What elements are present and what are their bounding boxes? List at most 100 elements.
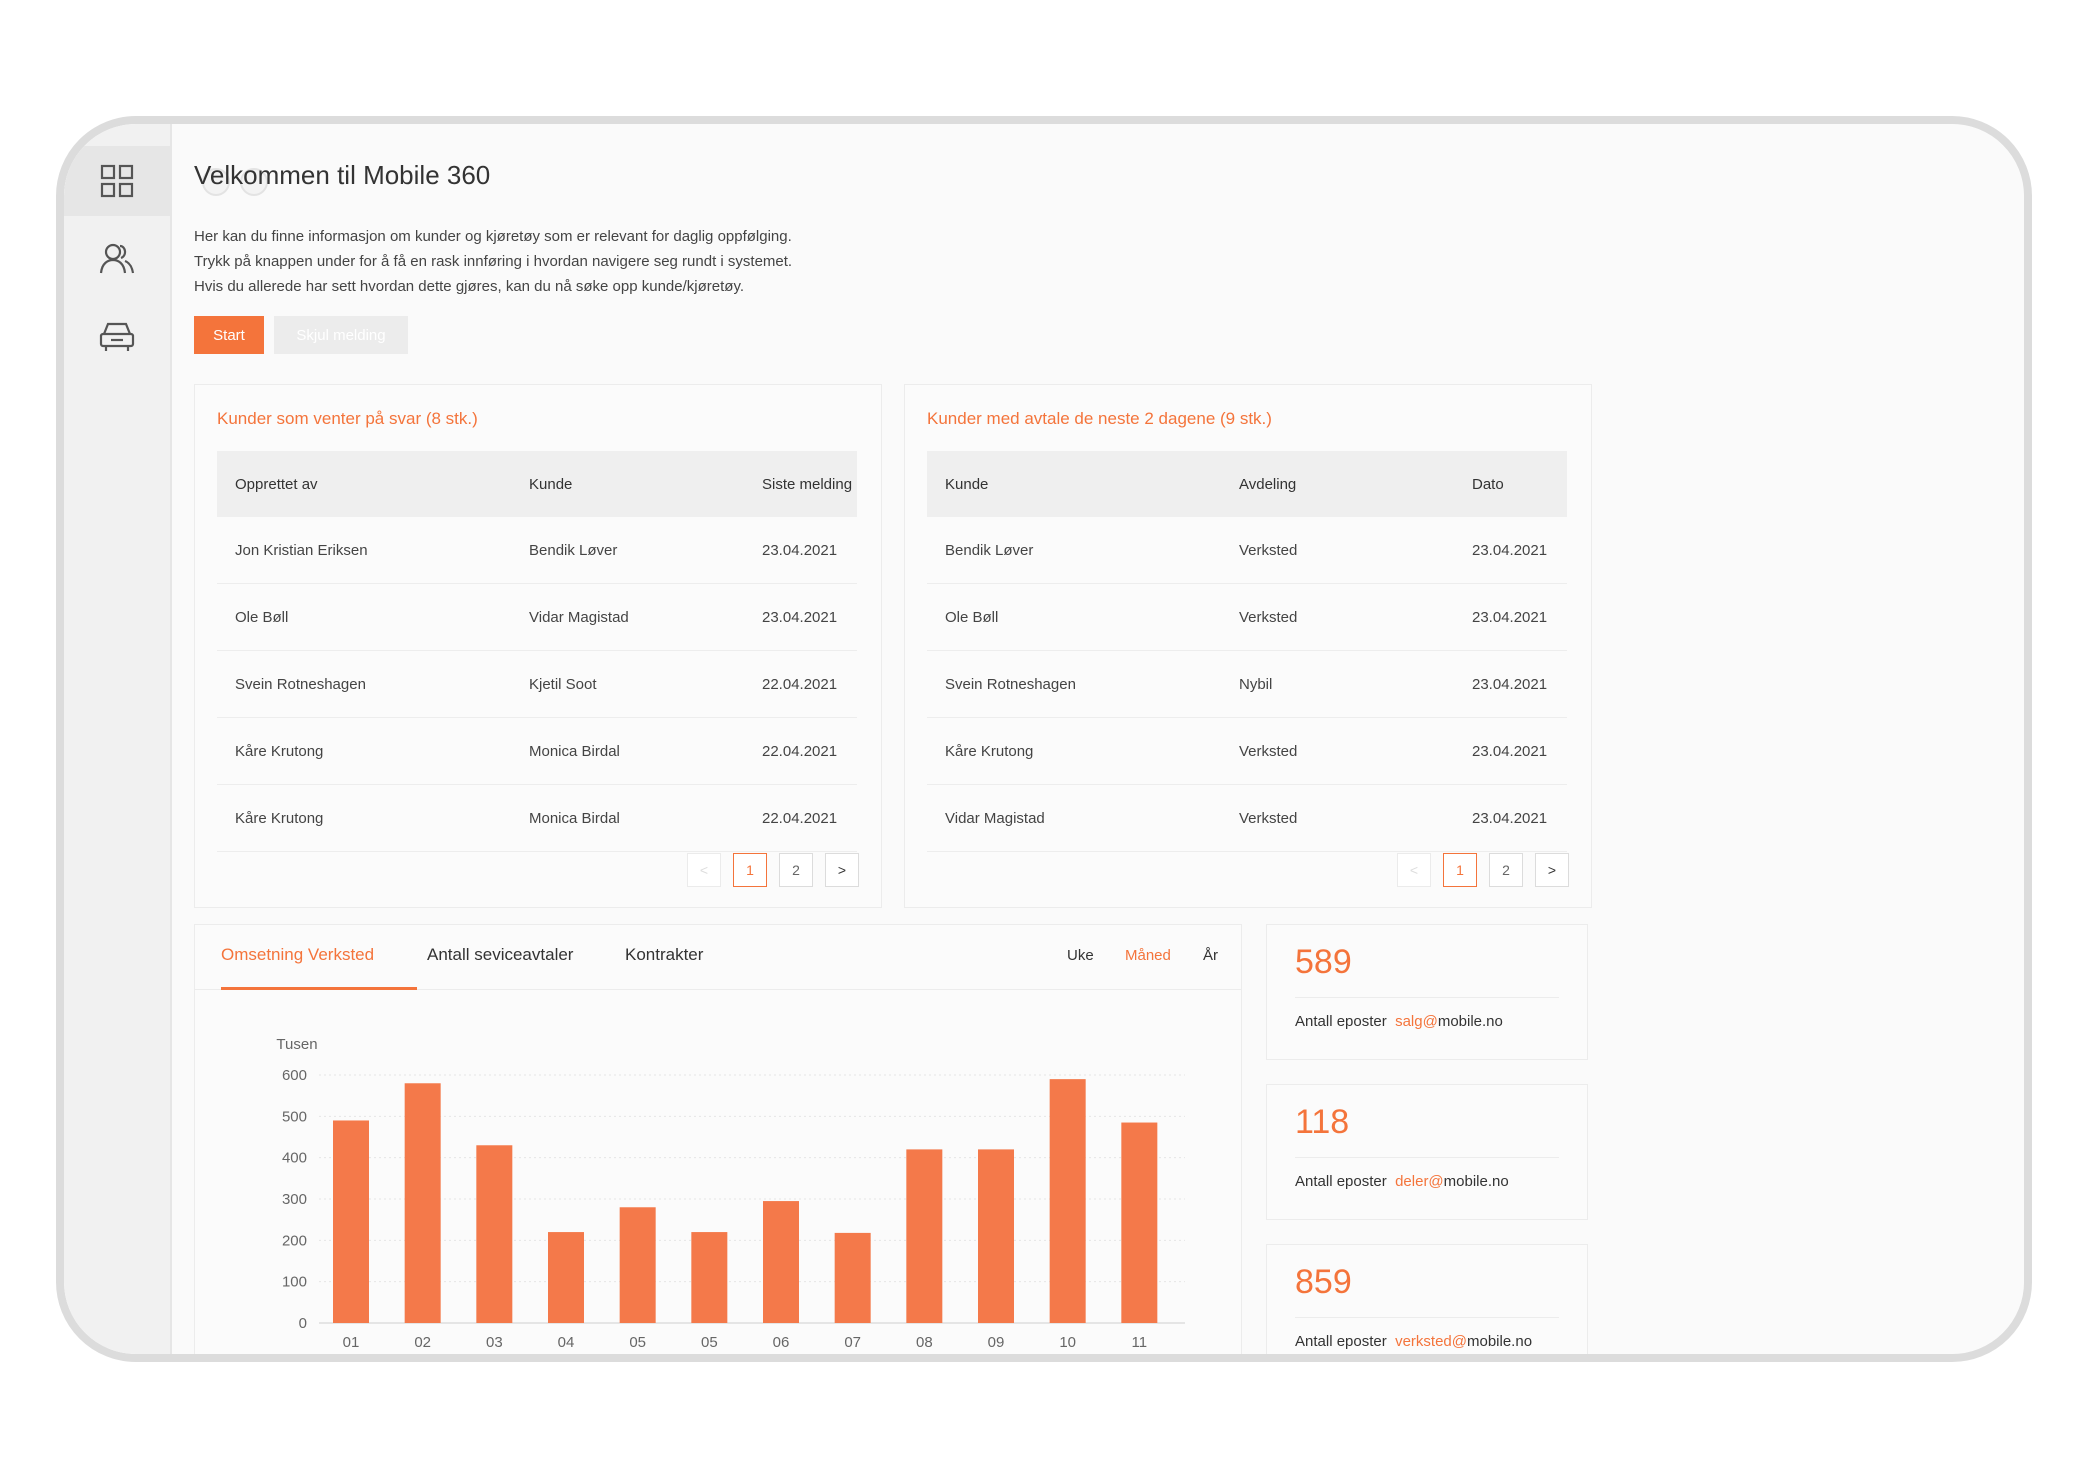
table-row[interactable]: Jon Kristian Eriksen Bendik Løver 23.04.20… [217, 517, 857, 584]
table-cell: Kåre Krutong [217, 784, 511, 852]
card-title: Kunder som venter på svar (8 stk.) [217, 409, 478, 428]
stat-card-deler: 118 Antall eposter deler@mobile.no [1266, 1084, 1588, 1220]
table-row[interactable]: Kåre Krutong Monica Birdal 22.04.2021 [217, 717, 857, 785]
stat-card-verksted: 859 Antall eposter verksted@mobile.no [1266, 1244, 1588, 1354]
table-header-row: Kunde Avdeling Dato [927, 451, 1567, 517]
table-row[interactable]: Bendik Løver Verksted 23.04.2021 [927, 517, 1567, 584]
sidebar-item-vehicles[interactable] [64, 302, 170, 372]
chart-bar [834, 1232, 871, 1323]
table-cell: Monica Birdal [511, 784, 744, 852]
y-tick-label: 0 [299, 1315, 307, 1332]
table-cell: Ole Bøll [217, 583, 511, 651]
intro-line: Her kan du finne informasjon om kunder o… [194, 228, 792, 245]
intro-text: Her kan du finne informasjon om kunder o… [194, 224, 792, 299]
table-cell: Vidar Magistad [511, 583, 744, 651]
y-axis-label: Tusen [276, 1036, 317, 1053]
sidebar-item-dashboard[interactable] [64, 146, 170, 216]
stat-label: Antall eposter deler@mobile.no [1295, 1173, 1509, 1190]
x-tick-label: 03 [486, 1334, 503, 1351]
stat-value: 589 [1295, 943, 1352, 981]
page-button[interactable]: 2 [1489, 853, 1523, 887]
x-tick-label: 05 [701, 1334, 718, 1351]
tab-omsetning-verksted[interactable]: Omsetning Verksted [221, 945, 374, 965]
table-header-row: Opprettet av Kunde Siste melding [217, 451, 857, 517]
table-cell: 22.04.2021 [744, 784, 857, 852]
dashboard-icon [100, 164, 134, 198]
email-prefix[interactable]: verksted@ [1395, 1333, 1467, 1350]
table-cell: 23.04.2021 [1454, 784, 1567, 852]
table-cell: Monica Birdal [511, 717, 744, 785]
appointments-table: Kunde Avdeling Dato Bendik Løver Verksted… [927, 451, 1567, 852]
page-button[interactable]: 2 [779, 853, 813, 887]
chart-tabs: Omsetning Verksted Antall seviceavtaler … [195, 925, 1241, 990]
chart-bar [763, 1201, 799, 1323]
next-page-button[interactable]: > [1535, 853, 1569, 887]
x-tick-label: 07 [844, 1334, 861, 1351]
stat-label-text: Antall eposter [1295, 1173, 1387, 1190]
prev-page-button[interactable]: < [1397, 853, 1431, 887]
page-button[interactable]: 1 [1443, 853, 1477, 887]
x-tick-label: 11 [1132, 1334, 1148, 1351]
sidebar-item-customers[interactable] [64, 224, 170, 294]
table-row[interactable]: Ole Bøll Verksted 23.04.2021 [927, 583, 1567, 651]
stat-value: 859 [1295, 1263, 1352, 1301]
x-tick-label: 01 [343, 1334, 360, 1351]
divider [1295, 1317, 1559, 1318]
y-tick-label: 600 [282, 1067, 307, 1084]
tab-antall-seviceavtaler[interactable]: Antall seviceavtaler [427, 945, 573, 965]
chart-bar [1049, 1079, 1086, 1323]
table-cell: Bendik Løver [927, 517, 1221, 584]
table-row[interactable]: Vidar Magistad Verksted 23.04.2021 [927, 784, 1567, 852]
intro-line: Trykk på knappen under for å få en rask … [194, 253, 793, 270]
customers-icon [99, 243, 135, 274]
email-prefix[interactable]: salg@ [1395, 1013, 1438, 1030]
period-month[interactable]: Måned [1125, 947, 1171, 964]
x-tick-label: 09 [988, 1334, 1005, 1351]
chart-bar [691, 1232, 728, 1323]
column-header: Kunde [511, 451, 744, 517]
period-week[interactable]: Uke [1067, 947, 1094, 964]
email-domain: mobile.no [1437, 1013, 1503, 1030]
tab-kontrakter[interactable]: Kontrakter [625, 945, 703, 965]
table-row[interactable]: Svein Rotneshagen Kjetil Soot 22.04.2021 [217, 650, 857, 718]
y-tick-label: 200 [282, 1232, 307, 1249]
stat-label-text: Antall eposter [1295, 1333, 1387, 1350]
table-row[interactable]: Ole Bøll Vidar Magistad 23.04.2021 [217, 583, 857, 651]
y-tick-label: 100 [282, 1274, 307, 1291]
table-row[interactable]: Kåre Krutong Monica Birdal 22.04.2021 [217, 784, 857, 852]
chart-bar [906, 1149, 943, 1323]
stat-label-text: Antall eposter [1295, 1013, 1387, 1030]
x-tick-label: 06 [773, 1334, 790, 1351]
main-content: Velkommen til Mobile 360 Her kan du finn… [194, 124, 2024, 1354]
prev-page-button[interactable]: < [687, 853, 721, 887]
chart-bar [619, 1207, 656, 1323]
pagination: < 1 2 > [687, 853, 859, 887]
hide-message-button[interactable]: Skjul melding [274, 316, 408, 354]
table-cell: 23.04.2021 [1454, 717, 1567, 785]
revenue-chart-card: Omsetning Verksted Antall seviceavtaler … [194, 924, 1242, 1354]
page-button[interactable]: 1 [733, 853, 767, 887]
stat-label: Antall eposter salg@mobile.no [1295, 1013, 1503, 1030]
pagination: < 1 2 > [1397, 853, 1569, 887]
table-cell: Verksted [1221, 517, 1454, 584]
table-cell: Kåre Krutong [927, 717, 1221, 785]
divider [1295, 1157, 1559, 1158]
column-header: Siste melding [744, 451, 857, 517]
table-row[interactable]: Kåre Krutong Verksted 23.04.2021 [927, 717, 1567, 785]
period-year[interactable]: År [1203, 947, 1218, 964]
next-page-button[interactable]: > [825, 853, 859, 887]
screen: Velkommen til Mobile 360 Her kan du finn… [64, 124, 2024, 1354]
chart-bar [404, 1083, 441, 1323]
table-row[interactable]: Svein Rotneshagen Nybil 23.04.2021 [927, 650, 1567, 718]
start-button[interactable]: Start [194, 316, 264, 354]
vehicle-icon [99, 322, 135, 351]
chart-bar [548, 1232, 584, 1323]
table-cell: Bendik Løver [511, 517, 744, 584]
email-prefix[interactable]: deler@ [1395, 1173, 1444, 1190]
table-cell: Verksted [1221, 583, 1454, 651]
column-header: Dato [1454, 451, 1567, 517]
x-tick-label: 10 [1059, 1334, 1076, 1351]
y-tick-label: 300 [282, 1191, 307, 1208]
intro-line: Hvis du allerede har sett hvordan dette … [194, 278, 745, 295]
page-title: Velkommen til Mobile 360 [194, 160, 491, 190]
